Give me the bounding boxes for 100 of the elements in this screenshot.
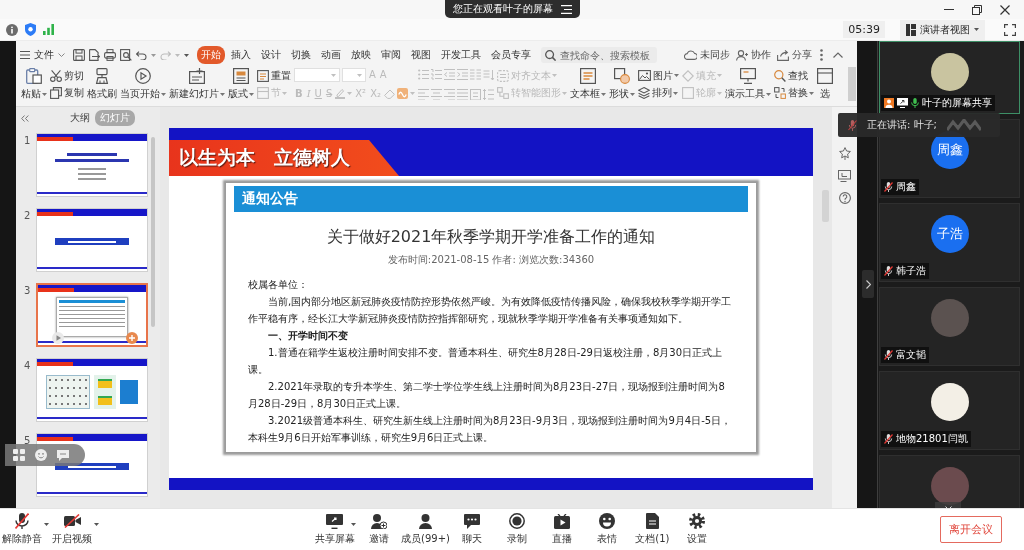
chat-bubble-icon	[464, 513, 481, 529]
scrollbar-thumb[interactable]	[151, 137, 155, 327]
picture-button[interactable]: 图片	[638, 68, 679, 83]
ribbon-tab[interactable]: 切换	[287, 46, 315, 64]
save-icon[interactable]	[73, 49, 85, 61]
wave-icon[interactable]	[397, 88, 408, 100]
replace-button[interactable]: 替换	[774, 86, 814, 101]
notice-meta: 发布时间:2021-08-15 作者: 浏览次数:34360	[386, 253, 596, 266]
layout-button[interactable]: 版式	[228, 68, 254, 101]
live-button[interactable]: 直播	[539, 513, 585, 546]
new-slide-icon	[189, 68, 205, 84]
redo-icon[interactable]	[160, 50, 171, 60]
caret-icon	[357, 73, 362, 77]
slide-thumbnail[interactable]	[36, 133, 148, 197]
undo-icon[interactable]	[136, 50, 147, 60]
scrollbar-thumb[interactable]	[848, 67, 856, 101]
picture-icon	[638, 70, 651, 82]
help-icon[interactable]	[838, 192, 851, 204]
ribbon-tab[interactable]: 视图	[407, 46, 435, 64]
text-box-icon	[580, 68, 596, 84]
menu-icon[interactable]	[560, 4, 572, 14]
muted-mic-icon	[848, 119, 857, 131]
avatar-photo-placeholder	[930, 383, 969, 421]
star-icon[interactable]	[838, 147, 851, 160]
format-painter-button[interactable]: 格式刷	[87, 68, 117, 101]
paintbrush-icon	[95, 68, 109, 84]
reset-button[interactable]: 重置	[257, 68, 291, 83]
print-icon[interactable]	[104, 49, 116, 61]
slide-thumbnail[interactable]	[36, 208, 148, 272]
sync-status-button[interactable]: 未同步	[684, 48, 730, 62]
slide-thumbnail[interactable]	[36, 358, 148, 422]
leave-meeting-button[interactable]: 离开会议	[940, 516, 1002, 543]
cut-button[interactable]: 剪切	[50, 68, 84, 83]
restore-button[interactable]	[972, 4, 982, 15]
new-slide-button[interactable]: 新建幻灯片	[169, 68, 225, 101]
paste-button[interactable]: 粘贴	[21, 68, 47, 101]
ribbon-tab[interactable]: 会员专享	[487, 46, 535, 64]
chat-button[interactable]: 聊天	[449, 513, 495, 546]
smiley-icon	[599, 513, 616, 529]
ribbon-tab[interactable]: 审阅	[377, 46, 405, 64]
dropdown-caret-icon[interactable]	[94, 523, 99, 526]
notice-paragraph: 2.2021年录取的专升本学生、第二学士学位学生线上注册时间为8月23日-27日，现场报到注册时间为8月28日-29日，8月30日正式上课。	[248, 380, 726, 411]
play-from-current-button[interactable]: 当页开始	[120, 68, 166, 101]
play-icon[interactable]	[52, 332, 64, 344]
unmute-button[interactable]: 解除静音	[2, 513, 42, 546]
share-screen-button[interactable]: 共享屏幕	[312, 513, 357, 546]
ribbon-tab[interactable]: 开始	[197, 46, 225, 64]
plus-icon[interactable]	[126, 332, 138, 344]
ribbon-tab[interactable]: 插入	[227, 46, 255, 64]
find-button[interactable]: 查找	[774, 68, 808, 83]
more-icon[interactable]	[820, 49, 823, 61]
presentation-tools-button[interactable]: 演示工具	[725, 68, 771, 101]
share-icon	[777, 49, 789, 61]
chat-icon[interactable]	[57, 449, 69, 461]
settings-button[interactable]: 设置	[674, 513, 720, 546]
ribbon-tab[interactable]: 开发工具	[437, 46, 485, 64]
reactions-button[interactable]: 表情	[584, 513, 630, 546]
zigzag-wave-icon	[946, 119, 981, 131]
start-video-button[interactable]: 开启视频	[52, 513, 92, 546]
dropdown-caret-icon[interactable]	[44, 523, 49, 526]
ribbon-tab[interactable]: 设计	[257, 46, 285, 64]
layout-icon	[233, 68, 249, 84]
arrange-button[interactable]: 排列	[638, 86, 678, 101]
slide-thumbnail[interactable]	[36, 283, 148, 347]
file-menu-button[interactable]: 文件	[20, 48, 65, 62]
collaborate-button[interactable]: 协作	[736, 48, 771, 62]
copy-icon	[50, 87, 62, 100]
panel-tab[interactable]: 大纲	[65, 110, 95, 126]
participant-name: 富文韬	[896, 348, 926, 362]
fullscreen-button[interactable]	[1004, 23, 1016, 36]
avatar-photo-placeholder	[930, 467, 969, 505]
smiley-icon[interactable]	[35, 449, 47, 461]
documents-button[interactable]: 文档(1)	[629, 513, 675, 546]
document-arrow-icon[interactable]	[89, 49, 100, 61]
record-button[interactable]: 录制	[494, 513, 540, 546]
share-button[interactable]: 分享	[777, 48, 812, 62]
dropdown-caret-icon[interactable]	[351, 523, 356, 526]
members-button[interactable]: 成员(99+)	[401, 513, 450, 546]
copy-button[interactable]: 复制	[50, 86, 84, 101]
slide-number: 3	[24, 284, 31, 296]
clipboard-icon	[26, 68, 42, 84]
shape-button[interactable]: 形状	[609, 68, 635, 101]
screen-icon[interactable]	[838, 170, 851, 182]
slide-number: 1	[24, 134, 31, 146]
presenter-view-button[interactable]: 演讲者视图	[900, 19, 985, 40]
close-button[interactable]	[1000, 4, 1010, 15]
print-preview-icon[interactable]	[120, 49, 132, 61]
ribbon-tab[interactable]: 放映	[347, 46, 375, 64]
ribbon-tab[interactable]: 动画	[317, 46, 345, 64]
invite-button[interactable]: 邀请	[356, 513, 401, 546]
collapse-ribbon-icon[interactable]	[833, 52, 843, 58]
text-box-button[interactable]: 文本框	[570, 68, 606, 101]
search-icon	[545, 49, 556, 61]
grid-icon[interactable]	[13, 449, 25, 461]
caret-icon	[347, 92, 353, 96]
expand-panel-button[interactable]	[862, 270, 874, 298]
search-field[interactable]: 查找命令、搜索模板	[541, 47, 657, 63]
double-chevron-left-icon[interactable]	[21, 114, 29, 122]
window-icon	[817, 68, 833, 84]
select-button[interactable]: 选	[817, 68, 833, 101]
